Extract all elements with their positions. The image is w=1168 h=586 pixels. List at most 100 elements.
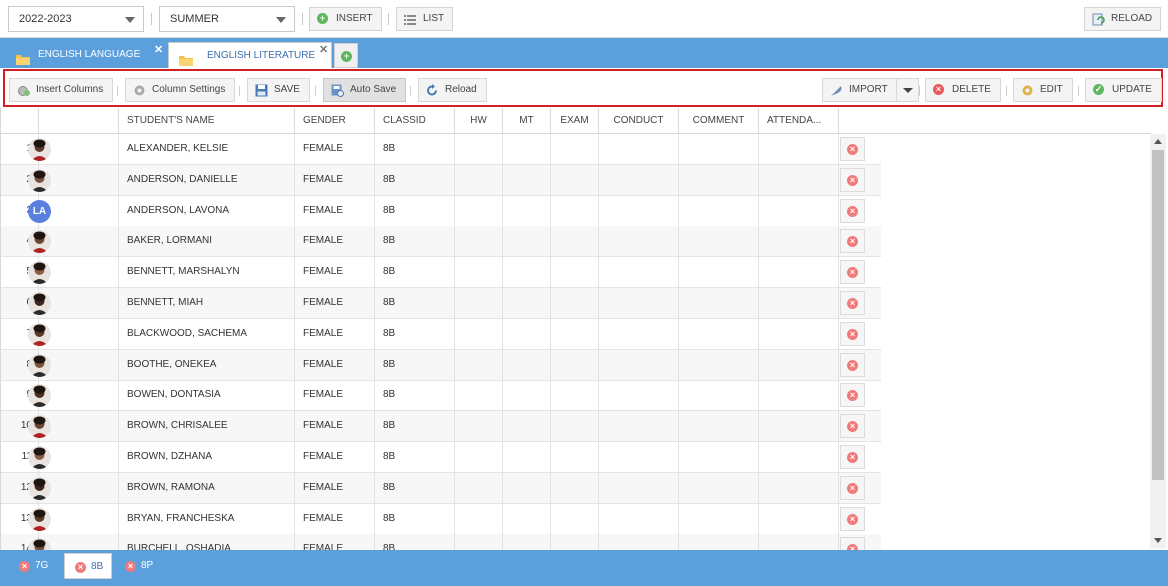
mt-cell[interactable] [503,226,551,256]
row-delete-button[interactable]: × [840,229,865,253]
exam-cell[interactable] [551,196,599,226]
mt-cell[interactable] [503,196,551,226]
hw-cell[interactable] [455,473,503,503]
conduct-cell[interactable] [599,473,679,503]
table-row[interactable]: 7BLACKWOOD, SACHEMAFEMALE8B× [1,319,881,350]
comment-cell[interactable] [679,534,759,550]
exam-cell[interactable] [551,380,599,410]
exam-cell[interactable] [551,442,599,472]
mt-cell[interactable] [503,473,551,503]
row-delete-button[interactable]: × [840,322,865,346]
table-row[interactable]: 11 BROWN, DZHANA FEMALE 8B × [1,442,881,473]
term-select[interactable]: SUMMER [159,6,295,32]
conduct-cell[interactable] [599,165,679,195]
attendance-cell[interactable] [759,534,839,550]
conduct-cell[interactable] [599,226,679,256]
scroll-down-arrow-icon[interactable] [1154,538,1162,543]
comment-cell[interactable] [679,350,759,380]
comment-cell[interactable] [679,504,759,534]
class-tab-8b[interactable]: × 8B [64,553,112,579]
hw-cell[interactable] [455,319,503,349]
close-icon[interactable]: × [19,561,30,572]
hw-cell[interactable] [455,196,503,226]
row-delete-button[interactable]: × [840,260,865,284]
exam-cell[interactable] [551,473,599,503]
table-row[interactable]: 5BENNETT, MARSHALYNFEMALE8B× [1,257,881,288]
edit-button[interactable]: EDIT [1013,78,1073,102]
attendance-cell[interactable] [759,350,839,380]
comment-cell[interactable] [679,380,759,410]
scroll-up-arrow-icon[interactable] [1154,139,1162,144]
table-row[interactable]: 9BOWEN, DONTASIAFEMALE8B× [1,380,881,411]
comment-cell[interactable] [679,473,759,503]
conduct-cell[interactable] [599,288,679,318]
conduct-cell[interactable] [599,411,679,441]
conduct-cell[interactable] [599,442,679,472]
exam-cell[interactable] [551,504,599,534]
table-row[interactable]: 12 BROWN, RAMONA FEMALE 8B × [1,473,881,504]
exam-cell[interactable] [551,350,599,380]
close-icon[interactable]: × [125,561,136,572]
table-row[interactable]: 3ANDERSON, LAVONAFEMALE8BLA× [1,196,881,227]
conduct-cell[interactable] [599,350,679,380]
exam-cell[interactable] [551,165,599,195]
attendance-cell[interactable] [759,411,839,441]
tab-english-language[interactable]: ENGLISH LANGUAGE [0,42,150,68]
exam-cell[interactable] [551,411,599,441]
attendance-cell[interactable] [759,442,839,472]
table-row[interactable]: 10 BROWN, CHRISALEE FEMALE 8B × [1,411,881,442]
scrollbar-thumb[interactable] [1152,150,1164,480]
attendance-cell[interactable] [759,319,839,349]
attendance-cell[interactable] [759,380,839,410]
attendance-cell[interactable] [759,473,839,503]
mt-cell[interactable] [503,319,551,349]
import-dropdown-toggle[interactable] [895,79,918,101]
hw-cell[interactable] [455,257,503,287]
hw-cell[interactable] [455,504,503,534]
column-settings-button[interactable]: Column Settings [125,78,236,102]
row-delete-button[interactable]: × [840,137,865,161]
table-row[interactable]: 6BENNETT, MIAHFEMALE8B× [1,288,881,319]
header-hw[interactable]: HW [455,108,503,134]
conduct-cell[interactable] [599,196,679,226]
hw-cell[interactable] [455,350,503,380]
hw-cell[interactable] [455,534,503,550]
conduct-cell[interactable] [599,534,679,550]
close-icon[interactable]: × [75,562,86,573]
comment-cell[interactable] [679,257,759,287]
class-tab-7g[interactable]: × 7G [11,553,56,579]
row-delete-button[interactable]: × [840,383,865,407]
update-button[interactable]: ✓ UPDATE [1085,78,1162,102]
attendance-cell[interactable] [759,196,839,226]
exam-cell[interactable] [551,134,599,164]
mt-cell[interactable] [503,288,551,318]
comment-cell[interactable] [679,196,759,226]
hw-cell[interactable] [455,411,503,441]
table-row[interactable]: 13 BRYAN, FRANCHESKA FEMALE 8B × [1,504,881,535]
insert-columns-button[interactable]: Insert Columns [9,78,114,102]
list-button[interactable]: LIST [396,7,454,31]
mt-cell[interactable] [503,134,551,164]
class-tab-8p[interactable]: × 8P [117,553,162,579]
exam-cell[interactable] [551,319,599,349]
comment-cell[interactable] [679,288,759,318]
table-row[interactable]: 4BAKER, LORMANIFEMALE8B× [1,226,881,257]
hw-cell[interactable] [455,288,503,318]
hw-cell[interactable] [455,380,503,410]
exam-cell[interactable] [551,288,599,318]
mt-cell[interactable] [503,350,551,380]
mt-cell[interactable] [503,504,551,534]
row-delete-button[interactable]: × [840,537,865,550]
row-delete-button[interactable]: × [840,291,865,315]
comment-cell[interactable] [679,442,759,472]
comment-cell[interactable] [679,411,759,441]
import-button[interactable]: IMPORT [822,78,919,102]
comment-cell[interactable] [679,226,759,256]
hw-cell[interactable] [455,134,503,164]
hw-cell[interactable] [455,165,503,195]
row-delete-button[interactable]: × [840,445,865,469]
attendance-cell[interactable] [759,165,839,195]
header-conduct[interactable]: CONDUCT [599,108,679,134]
exam-cell[interactable] [551,534,599,550]
conduct-cell[interactable] [599,319,679,349]
